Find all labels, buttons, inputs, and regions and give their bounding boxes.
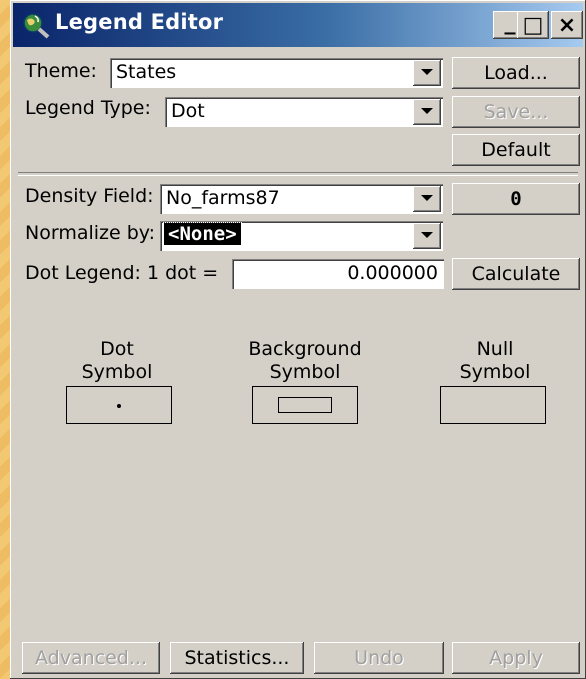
density-field-value: No_farms87 [166, 187, 280, 209]
minimize-icon: _ [504, 9, 516, 35]
chevron-down-icon[interactable] [413, 186, 441, 212]
save-button[interactable]: Save... [452, 96, 580, 128]
maximize-icon: □ [522, 12, 544, 38]
dot-symbol-label-line2: Symbol [81, 361, 153, 383]
dot-value-input[interactable]: 0.000000 [232, 259, 444, 289]
rectangle-symbol-icon [278, 397, 332, 413]
background-symbol-label-line2: Symbol [269, 361, 341, 383]
density-count-button[interactable]: 0 [452, 183, 580, 215]
normalize-by-value: <None> [163, 222, 242, 246]
default-button[interactable]: Default [452, 134, 580, 166]
density-field-label: Density Field: [25, 185, 154, 207]
load-button[interactable]: Load... [452, 57, 580, 89]
dot-symbol-button[interactable] [66, 386, 172, 424]
chevron-down-icon[interactable] [413, 99, 441, 125]
theme-select[interactable]: States [110, 58, 443, 88]
legend-type-label: Legend Type: [25, 97, 151, 119]
chevron-down-icon[interactable] [413, 223, 441, 249]
background-symbol-label-line1: Background [248, 338, 362, 360]
background-symbol-label: Background Symbol [230, 338, 380, 384]
undo-button[interactable]: Undo [314, 642, 444, 674]
legend-type-select[interactable]: Dot [165, 97, 443, 127]
null-symbol-label-line2: Symbol [459, 361, 531, 383]
dot-symbol-label-line1: Dot [100, 338, 134, 360]
normalize-by-label: Normalize by: [25, 222, 156, 244]
background-symbol-button[interactable] [252, 386, 358, 424]
null-symbol-label: Null Symbol [430, 338, 560, 384]
dot-symbol-icon [117, 404, 121, 408]
density-field-select[interactable]: No_farms87 [160, 184, 443, 214]
section-divider [18, 172, 578, 176]
dot-symbol-label: Dot Symbol [52, 338, 182, 384]
normalize-by-select[interactable]: <None> [160, 221, 443, 251]
advanced-button[interactable]: Advanced... [22, 642, 160, 674]
globe-magnifier-icon [23, 13, 50, 39]
window-title: Legend Editor [55, 10, 224, 34]
title-bar[interactable]: Legend Editor _ □ × [13, 3, 583, 47]
dot-value: 0.000000 [347, 262, 438, 284]
null-symbol-button[interactable] [440, 386, 546, 424]
theme-label: Theme: [25, 60, 97, 82]
legend-editor-window: Legend Editor _ □ × Theme: States Load..… [10, 0, 586, 679]
dot-legend-label: Dot Legend: 1 dot = [25, 262, 219, 284]
theme-value: States [116, 61, 177, 83]
calculate-button[interactable]: Calculate [452, 258, 580, 290]
maximize-button[interactable]: □ [517, 11, 549, 39]
apply-button[interactable]: Apply [452, 642, 580, 674]
legend-type-value: Dot [171, 100, 205, 122]
chevron-down-icon[interactable] [413, 60, 441, 86]
statistics-button[interactable]: Statistics... [170, 642, 304, 674]
close-icon: × [557, 12, 577, 38]
close-button[interactable]: × [551, 11, 583, 39]
null-symbol-label-line1: Null [476, 338, 514, 360]
